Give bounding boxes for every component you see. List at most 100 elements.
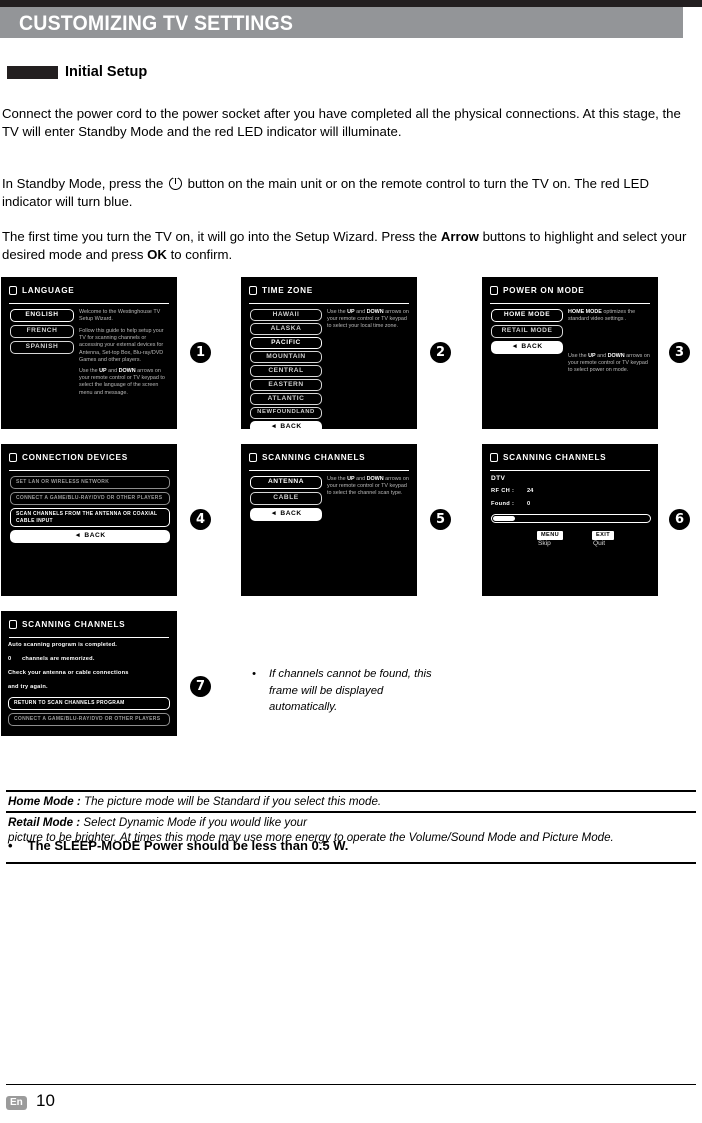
power-mode-desc-and: and (597, 353, 607, 359)
panel-menu-icon (490, 286, 498, 295)
footer-page-number: 10 (36, 1091, 55, 1110)
connection-option-scan-channels[interactable]: SCAN CHANNELS FROM THE ANTENNA OR COAXIA… (10, 508, 170, 527)
step-badge-3: 3 (669, 342, 690, 363)
language-desc-guide: Follow this guide to help setup your TV … (79, 328, 164, 363)
language-desc-arrows-a: Use the (79, 368, 98, 374)
screen-panel-language: LANGUAGE ENGLISH FRENCH SPANISH Welcome … (1, 277, 177, 429)
step-badge-5: 5 (430, 509, 451, 530)
paragraph-wizard-part-a: The first time you turn the TV on, it wi… (2, 229, 438, 244)
panel-header-language: LANGUAGE (9, 286, 169, 295)
down-keyword: DOWN (118, 368, 136, 374)
down-keyword: DOWN (366, 476, 384, 482)
section-title: Initial Setup (65, 64, 148, 80)
timezone-back-button[interactable]: ◄ BACK (250, 421, 322, 429)
panel-header-connection-devices: CONNECTION DEVICES (9, 453, 169, 462)
panel-menu-icon (9, 453, 17, 462)
back-chevron-icon: ◄ (511, 343, 519, 351)
scan-source-back-button[interactable]: ◄ BACK (250, 508, 322, 521)
info-retail-mode-label: Retail Mode : (8, 816, 81, 829)
up-keyword: UP (588, 353, 596, 359)
page-title: CUSTOMIZING TV SETTINGS (19, 12, 294, 35)
power-mode-option-home[interactable]: HOME MODE (491, 309, 563, 322)
key-menu-button[interactable]: MENU (537, 531, 564, 540)
panel-title-power-on-mode: POWER ON MODE (503, 286, 585, 295)
info-home-mode: Home Mode : The picture mode will be Sta… (8, 795, 692, 810)
scan-source-desc-a: Use the (327, 476, 346, 482)
up-keyword: UP (347, 476, 355, 482)
info-rule-middle (6, 811, 696, 813)
panel-divider (9, 303, 169, 304)
panel-menu-icon (9, 286, 17, 295)
step-badge-1: 1 (190, 342, 211, 363)
panel-divider (249, 470, 409, 471)
scan-found-label: Found : (491, 501, 515, 507)
info-sleep-mode: • The SLEEP-MODE Power should be less th… (8, 838, 348, 853)
timezone-option-hawaii[interactable]: HAWAII (250, 309, 322, 321)
scan-found-value: 0 (527, 501, 531, 507)
result-line-completed: Auto scanning program is completed. (8, 642, 118, 648)
panel-title-scanning-progress: SCANNING CHANNELS (503, 453, 607, 462)
paragraph-connect-power: Connect the power cord to the power sock… (2, 106, 681, 139)
power-icon (168, 174, 182, 190)
scan-rf-ch-value: 24 (527, 488, 534, 494)
timezone-option-newfoundland[interactable]: NEWFOUNDLAND (250, 407, 322, 419)
power-mode-back-button[interactable]: ◄ BACK (491, 341, 563, 354)
panel-header-scanning-result: SCANNING CHANNELS (9, 620, 169, 629)
language-option-spanish[interactable]: SPANISH (10, 341, 74, 354)
screen-panel-power-on-mode: POWER ON MODE HOME MODE RETAIL MODE ◄ BA… (482, 277, 658, 429)
scan-source-back-label: BACK (280, 510, 302, 518)
paragraph-standby-mode: In Standby Mode, press the button on the… (2, 174, 696, 210)
timezone-option-central[interactable]: CENTRAL (250, 365, 322, 377)
info-rule-bottom (6, 862, 696, 864)
screen-panel-scanning-result: SCANNING CHANNELS Auto scanning program … (1, 611, 177, 736)
power-mode-option-retail[interactable]: RETAIL MODE (491, 325, 563, 338)
key-exit-button[interactable]: EXIT (592, 531, 615, 540)
language-option-french[interactable]: FRENCH (10, 325, 74, 338)
panel-divider (9, 637, 169, 638)
timezone-back-label: BACK (280, 422, 302, 429)
timezone-option-mountain[interactable]: MOUNTAIN (250, 351, 322, 363)
panel-header-time-zone: TIME ZONE (249, 286, 409, 295)
connection-option-lan-network[interactable]: SET LAN OR WIRELESS NETWORK (10, 476, 170, 489)
timezone-option-alaska[interactable]: ALASKA (250, 323, 322, 335)
connection-option-game-player[interactable]: CONNECT A GAME/BLU-RAY/DVD OR OTHER PLAY… (10, 492, 170, 505)
up-keyword: UP (347, 309, 355, 315)
key-menu-action-label: Skip (538, 540, 551, 547)
language-option-english[interactable]: ENGLISH (10, 309, 74, 322)
timezone-option-atlantic[interactable]: ATLANTIC (250, 393, 322, 405)
info-home-mode-text: The picture mode will be Standard if you… (84, 795, 382, 808)
note-text: If channels cannot be found, this frame … (269, 668, 432, 713)
panel-title-scanning-source: SCANNING CHANNELS (262, 453, 366, 462)
step-badge-6: 6 (669, 509, 690, 530)
result-line-memorized: 0 channels are memorized. (8, 656, 95, 662)
ok-keyword: OK (147, 246, 167, 262)
scan-mode-label: DTV (491, 475, 506, 482)
paragraph-setup-wizard: The first time you turn the TV on, it wi… (2, 228, 696, 263)
panel-header-power-on-mode: POWER ON MODE (490, 286, 650, 295)
up-keyword: UP (99, 368, 107, 374)
scan-progress-bar (491, 514, 651, 523)
paragraph-wizard-part-c: to confirm. (170, 246, 233, 262)
timezone-option-eastern[interactable]: EASTERN (250, 379, 322, 391)
scan-source-desc: Use the UP and DOWN arrows on your remot… (327, 476, 411, 498)
timezone-option-pacific[interactable]: PACIFIC (250, 337, 322, 349)
timezone-desc-and: and (356, 309, 366, 315)
scan-source-option-antenna[interactable]: ANTENNA (250, 476, 322, 489)
arrow-keyword: Arrow (440, 229, 479, 244)
scan-source-option-cable[interactable]: CABLE (250, 492, 322, 505)
panel-menu-icon (249, 286, 257, 295)
panel-menu-icon (490, 453, 498, 462)
scan-rf-ch-label: RF CH : (491, 488, 515, 494)
sleep-bullet-icon: • (8, 838, 13, 853)
back-chevron-icon: ◄ (74, 532, 82, 540)
info-rule-top (6, 790, 696, 792)
screen-panel-scanning-progress: SCANNING CHANNELS DTV RF CH : 24 Found :… (482, 444, 658, 596)
back-chevron-icon: ◄ (270, 422, 278, 429)
note-bullet-icon: • (252, 668, 256, 680)
result-option-connect-player[interactable]: CONNECT A GAME/BLU-RAY/DVD OR OTHER PLAY… (8, 713, 170, 726)
power-mode-desc-a: Use the (568, 353, 587, 359)
connection-back-button[interactable]: ◄ BACK (10, 530, 170, 543)
header-top-rule (0, 0, 702, 7)
result-option-return-to-scan[interactable]: RETURN TO SCAN CHANNELS PROGRAM (8, 697, 170, 710)
down-keyword: DOWN (607, 353, 625, 359)
